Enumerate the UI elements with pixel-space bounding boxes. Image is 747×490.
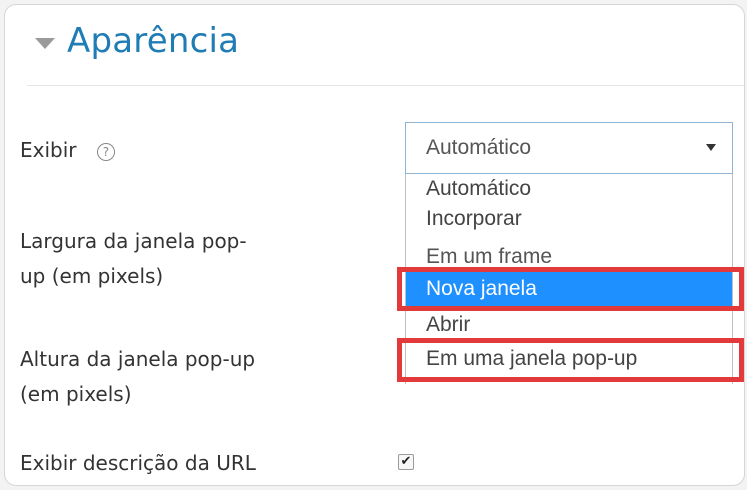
dropdown-arrow-icon <box>706 144 716 151</box>
display-select-value: Automático <box>426 136 532 159</box>
help-icon[interactable]: ? <box>96 142 115 161</box>
section-divider <box>27 85 744 86</box>
height-label-line1: Altura da janela pop-up <box>20 347 256 371</box>
caret-down-icon[interactable] <box>35 37 55 49</box>
section-header[interactable]: Aparência <box>35 21 239 61</box>
option-incorporar[interactable]: Incorporar <box>406 204 732 234</box>
show-description-checkbox[interactable]: ✔ <box>398 454 414 470</box>
section-title: Aparência <box>67 21 240 61</box>
highlight-box-pop-up <box>397 338 744 382</box>
width-label-line2: up (em pixels) <box>20 264 164 288</box>
show-description-label: Exibir descrição da URL <box>20 451 256 475</box>
option-abrir[interactable]: Abrir <box>406 310 732 340</box>
display-label-row: Exibir ? <box>20 133 115 167</box>
display-label: Exibir <box>20 138 77 162</box>
display-select[interactable]: Automático <box>405 122 733 174</box>
highlight-box-nova-janela <box>397 267 744 311</box>
width-label-line1: Largura da janela pop- <box>20 229 247 253</box>
option-automatico[interactable]: Automático <box>406 174 732 204</box>
height-label-line2: (em pixels) <box>20 382 132 406</box>
